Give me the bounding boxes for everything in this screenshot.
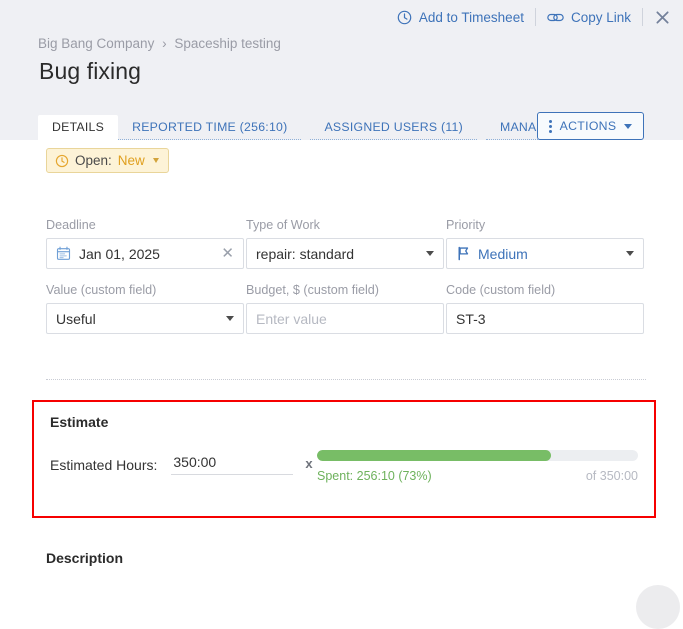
progress-legend: Spent: 256:10 (73%) of 350:00 [317,469,638,483]
flag-icon [456,246,470,261]
section-divider [46,379,646,380]
spent-label: Spent: 256:10 (73%) [317,469,432,483]
estimated-hours-row: Estimated Hours: x [50,454,313,475]
field-type-of-work-label: Type of Work [246,218,320,232]
priority-value: Medium [478,245,528,262]
estimated-hours-clear-icon[interactable]: x [305,456,312,474]
tab-details[interactable]: DETAILS [38,115,119,140]
tab-reported-time[interactable]: REPORTED TIME (256:10) [118,115,302,140]
priority-select[interactable]: Medium [446,238,644,269]
tab-bar: DETAILS REPORTED TIME (256:10) ASSIGNED … [38,115,615,140]
type-of-work-select[interactable]: repair: standard [246,238,444,269]
estimate-section: Estimate Estimated Hours: x Spent: 256:1… [32,400,656,518]
field-type-of-work: Type of Work repair: standard [246,218,444,269]
add-to-timesheet-button[interactable]: Add to Timesheet [386,10,535,25]
field-grid: Deadline Jan 01, 2025 ✕ Type of Work rep… [46,218,646,348]
actions-button[interactable]: ACTIONS [537,112,644,140]
breadcrumb-separator: › [162,36,167,51]
field-code-custom: Code (custom field) ST-3 [446,283,644,334]
field-priority: Priority Medium [446,218,644,269]
kebab-menu-icon [548,119,552,133]
details-panel: Open: New Deadline Jan 01, 2025 ✕ Type o… [0,140,683,600]
description-heading: Description [46,550,124,566]
field-deadline: Deadline Jan 01, 2025 ✕ [46,218,244,269]
total-label: of 350:00 [585,469,638,483]
budget-custom-input[interactable]: Enter value [246,303,444,334]
estimate-heading: Estimate [50,414,109,430]
status-clock-icon [55,154,69,168]
estimate-progress: Spent: 256:10 (73%) of 350:00 [317,450,638,483]
link-icon [547,11,564,24]
status-chevron-down-icon [152,158,159,163]
clock-icon [397,10,412,25]
status-value: New [117,153,145,168]
actions-button-label: ACTIONS [559,119,617,133]
value-custom-select[interactable]: Useful [46,303,244,334]
field-row-1: Deadline Jan 01, 2025 ✕ Type of Work rep… [46,218,646,269]
type-of-work-value: repair: standard [256,245,355,262]
breadcrumb-company[interactable]: Big Bang Company [38,36,154,51]
breadcrumb-project[interactable]: Spaceship testing [174,36,281,51]
estimated-hours-label: Estimated Hours: [50,456,158,473]
value-custom-value: Useful [56,310,96,327]
chevron-down-icon [624,123,633,129]
progress-fill [317,450,552,461]
chevron-down-icon [226,316,234,321]
status-badge[interactable]: Open: New [46,148,169,173]
tab-assigned-users[interactable]: ASSIGNED USERS (11) [310,115,477,140]
page-title: Bug fixing [39,58,142,84]
calendar-icon [56,246,71,261]
code-custom-value: ST-3 [456,310,486,327]
field-budget-custom: Budget, $ (custom field) Enter value [246,283,444,334]
field-code-custom-label: Code (custom field) [446,283,556,297]
copy-link-label: Copy Link [570,9,631,25]
field-budget-custom-label: Budget, $ (custom field) [246,283,379,297]
field-priority-label: Priority [446,218,486,232]
code-custom-input[interactable]: ST-3 [446,303,644,334]
scroll-to-top-button[interactable] [636,585,680,629]
close-icon [655,10,670,25]
chevron-down-icon [426,251,434,256]
estimated-hours-input[interactable] [171,454,294,475]
close-button[interactable] [643,10,683,25]
budget-custom-placeholder: Enter value [256,310,327,327]
deadline-input[interactable]: Jan 01, 2025 ✕ [46,238,244,269]
status-label: Open: [75,153,112,168]
field-value-custom: Value (custom field) Useful [46,283,244,334]
breadcrumb: Big Bang Company › Spaceship testing [38,36,281,51]
copy-link-button[interactable]: Copy Link [536,10,642,25]
deadline-clear-icon[interactable]: ✕ [215,246,234,261]
field-value-custom-label: Value (custom field) [46,283,157,297]
field-deadline-label: Deadline [46,218,96,232]
field-row-2: Value (custom field) Useful Budget, $ (c… [46,283,646,334]
add-to-timesheet-label: Add to Timesheet [418,9,524,25]
progress-track [317,450,638,461]
deadline-value: Jan 01, 2025 [79,245,160,262]
top-action-bar: Add to Timesheet Copy Link [386,0,683,34]
chevron-down-icon [626,251,634,256]
